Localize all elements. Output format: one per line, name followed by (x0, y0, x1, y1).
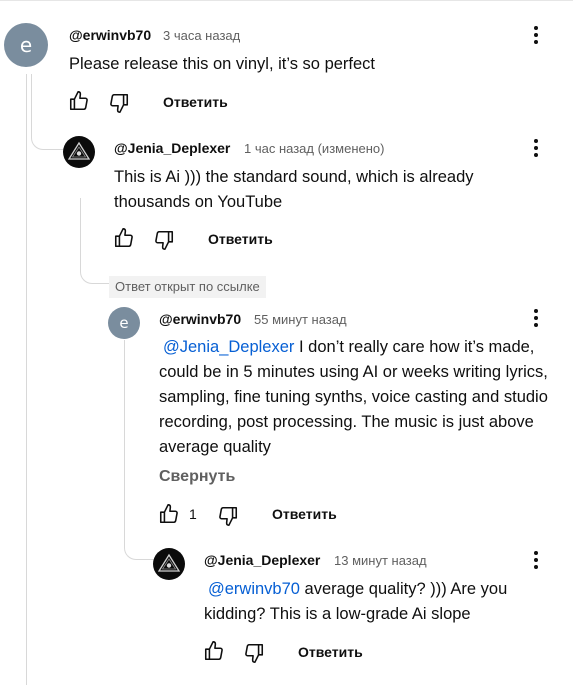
thread-rail (26, 74, 27, 685)
reply-button[interactable]: Ответить (163, 94, 228, 110)
top-divider (0, 0, 573, 1)
comment-time[interactable]: 1 час назад (изменено) (244, 141, 384, 156)
triangle-eye-logo-icon (157, 553, 181, 572)
thumbs-down-icon[interactable] (243, 642, 265, 664)
thread-connector (124, 340, 154, 560)
comment-author[interactable]: @Jenia_Deplexer (204, 552, 320, 568)
triangle-eye-logo-icon (67, 141, 91, 160)
thumbs-up-icon[interactable] (68, 90, 90, 112)
more-vert-icon[interactable] (528, 136, 544, 160)
avatar[interactable]: e (108, 307, 140, 339)
avatar-letter: e (119, 314, 129, 332)
comment-text: @erwinvb70 average quality? ))) Are you … (204, 577, 544, 627)
avatar[interactable] (63, 136, 95, 168)
avatar[interactable]: e (4, 23, 48, 67)
thumbs-down-icon[interactable] (108, 92, 130, 114)
thumbs-down-icon[interactable] (217, 505, 239, 527)
comment-time[interactable]: 55 минут назад (254, 312, 347, 327)
more-vert-icon[interactable] (528, 306, 544, 330)
comment-text: This is Ai ))) the standard sound, which… (114, 168, 474, 211)
comment-author[interactable]: @Jenia_Deplexer (114, 140, 230, 156)
thumbs-up-icon[interactable] (158, 503, 180, 525)
comment-text: Please release this on vinyl, it’s so pe… (69, 55, 376, 73)
mention-link[interactable]: @Jenia_Deplexer (163, 338, 294, 356)
avatar[interactable] (153, 548, 185, 580)
comment-author[interactable]: @erwinvb70 (159, 311, 241, 327)
reply-button[interactable]: Ответить (298, 644, 363, 660)
reply-button[interactable]: Ответить (272, 506, 337, 522)
thumbs-up-icon[interactable] (113, 227, 135, 249)
thumbs-up-icon[interactable] (203, 640, 225, 662)
linked-reply-badge: Ответ открыт по ссылке (109, 276, 266, 298)
comment-time[interactable]: 3 часа назад (163, 28, 240, 43)
thread-connector (80, 198, 110, 284)
thread-connector (31, 74, 63, 150)
mention-link[interactable]: @erwinvb70 (208, 580, 300, 598)
thumbs-down-icon[interactable] (153, 229, 175, 251)
collapse-button[interactable]: Свернуть (159, 468, 235, 486)
avatar-letter: e (19, 33, 33, 57)
comment-time[interactable]: 13 минут назад (334, 553, 427, 568)
reply-button[interactable]: Ответить (208, 231, 273, 247)
comment-text: @Jenia_Deplexer I don’t really care how … (159, 335, 564, 460)
comment-author[interactable]: @erwinvb70 (69, 27, 151, 43)
like-count: 1 (189, 506, 197, 522)
more-vert-icon[interactable] (528, 548, 544, 572)
more-vert-icon[interactable] (528, 23, 544, 47)
